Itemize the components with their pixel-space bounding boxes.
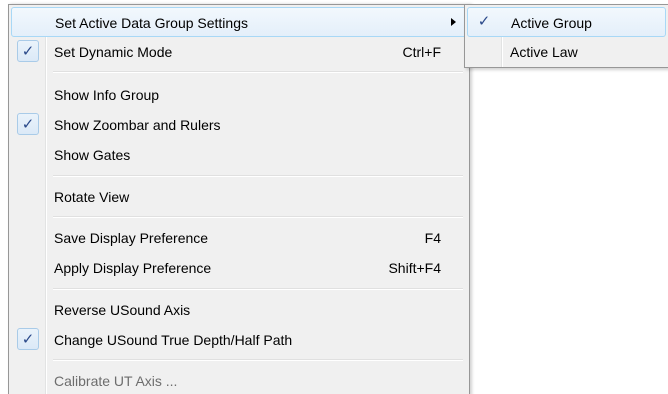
menu-item-shortcut: F4 bbox=[424, 230, 441, 246]
menu-item-label: Rotate View bbox=[54, 189, 130, 205]
checkmark-icon: ✓ bbox=[17, 328, 39, 350]
context-menu: Set Active Data Group Settings ✓ Set Dyn… bbox=[8, 4, 470, 394]
submenu-arrow-icon bbox=[451, 18, 456, 26]
submenu-item-active-group[interactable]: ✓ Active Group bbox=[467, 7, 666, 37]
menu-item-shortcut: Ctrl+F bbox=[402, 44, 442, 60]
menu-item-calibrate-ut-axis: Calibrate UT Axis ... bbox=[11, 366, 467, 394]
menu-item-label: Calibrate UT Axis ... bbox=[54, 373, 178, 389]
menu-item-label: Active Law bbox=[510, 44, 578, 60]
menu-item-label: Show Zoombar and Rulers bbox=[54, 117, 221, 133]
menu-item-change-usound-true-depth-half-path[interactable]: ✓ Change USound True Depth/Half Path bbox=[11, 325, 467, 355]
menu-item-label: Reverse USound Axis bbox=[54, 302, 191, 318]
submenu-item-active-law[interactable]: Active Law bbox=[467, 37, 666, 67]
menu-separator bbox=[53, 71, 463, 73]
menu-item-set-active-data-group-settings[interactable]: Set Active Data Group Settings bbox=[11, 7, 467, 37]
menu-separator bbox=[53, 359, 463, 361]
menu-item-show-gates[interactable]: Show Gates bbox=[11, 140, 467, 170]
menu-item-label: Set Dynamic Mode bbox=[54, 44, 173, 60]
checkmark-icon: ✓ bbox=[17, 40, 39, 62]
menu-item-shortcut: Shift+F4 bbox=[388, 260, 441, 276]
checkmark-icon: ✓ bbox=[17, 113, 39, 135]
menu-item-rotate-view[interactable]: Rotate View bbox=[11, 182, 467, 212]
menu-item-label: Set Active Data Group Settings bbox=[55, 15, 248, 31]
menu-item-label: Show Gates bbox=[54, 147, 131, 163]
menu-item-set-dynamic-mode[interactable]: ✓ Set Dynamic Mode Ctrl+F bbox=[11, 37, 467, 67]
submenu-active-data-group: ✓ Active Group Active Law bbox=[464, 4, 668, 68]
menu-item-label: Change USound True Depth/Half Path bbox=[54, 332, 293, 348]
menu-item-save-display-preference[interactable]: Save Display Preference F4 bbox=[11, 223, 467, 253]
menu-separator bbox=[53, 175, 463, 177]
menu-separator bbox=[53, 288, 463, 290]
checkmark-icon: ✓ bbox=[477, 12, 491, 30]
menu-item-label: Active Group bbox=[511, 15, 592, 31]
menu-item-show-zoombar-and-rulers[interactable]: ✓ Show Zoombar and Rulers bbox=[11, 110, 467, 140]
menu-item-label: Show Info Group bbox=[54, 87, 160, 103]
menu-item-label: Save Display Preference bbox=[54, 230, 209, 246]
menu-separator bbox=[53, 216, 463, 218]
menu-item-show-info-group[interactable]: Show Info Group bbox=[11, 80, 467, 110]
menu-item-apply-display-preference[interactable]: Apply Display Preference Shift+F4 bbox=[11, 253, 467, 283]
menu-item-label: Apply Display Preference bbox=[54, 260, 212, 276]
menu-item-reverse-usound-axis[interactable]: Reverse USound Axis bbox=[11, 295, 467, 325]
context-menu-area: Set Active Data Group Settings ✓ Set Dyn… bbox=[0, 0, 668, 394]
